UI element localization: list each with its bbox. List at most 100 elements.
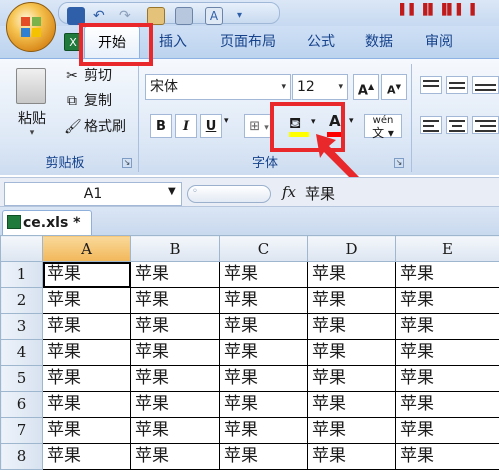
cell[interactable]: 苹果 — [43, 314, 131, 340]
align-bottom-button[interactable] — [472, 76, 499, 94]
clipboard-launcher-icon[interactable]: ↘ — [122, 158, 132, 168]
office-button[interactable] — [6, 2, 56, 52]
copy-icon: ⧉ — [64, 91, 80, 111]
cell[interactable]: 苹果 — [43, 418, 131, 444]
cell[interactable]: 苹果 — [131, 314, 220, 340]
copy-button[interactable]: ⧉复制 — [64, 91, 112, 111]
cell[interactable]: 苹果 — [43, 288, 131, 314]
underline-button[interactable]: U — [200, 114, 222, 138]
column-header[interactable]: D — [308, 236, 396, 262]
copy-label: 复制 — [84, 93, 112, 109]
paste-button[interactable]: 粘贴 — [12, 108, 52, 128]
bold-button[interactable]: B — [150, 114, 172, 138]
italic-button[interactable]: I — [175, 114, 197, 138]
column-header[interactable]: C — [220, 236, 308, 262]
tab-page-layout[interactable]: 页面布局 — [208, 26, 288, 58]
row-header[interactable]: 3 — [1, 314, 43, 340]
cell[interactable]: 苹果 — [308, 314, 396, 340]
cell[interactable]: 苹果 — [396, 340, 499, 366]
row-header[interactable]: 8 — [1, 444, 43, 470]
brush-icon: 🖌 — [64, 117, 80, 137]
cell[interactable]: 苹果 — [396, 366, 499, 392]
cell[interactable]: 苹果 — [43, 392, 131, 418]
row-header[interactable]: 1 — [1, 262, 43, 288]
row-header[interactable]: 2 — [1, 288, 43, 314]
cell[interactable]: 苹果 — [308, 444, 396, 470]
format-icon[interactable]: A — [205, 7, 223, 25]
row-header[interactable]: 4 — [1, 340, 43, 366]
cell[interactable]: 苹果 — [131, 288, 220, 314]
cell[interactable]: 苹果 — [396, 314, 499, 340]
cut-button[interactable]: ✂剪切 — [64, 66, 112, 86]
insert-function-icon[interactable]: fx — [282, 183, 296, 201]
row-header[interactable]: 5 — [1, 366, 43, 392]
cell[interactable]: 苹果 — [308, 366, 396, 392]
cell[interactable]: 苹果 — [220, 444, 308, 470]
row-header[interactable]: 6 — [1, 392, 43, 418]
cell[interactable]: 苹果 — [396, 418, 499, 444]
select-all-corner[interactable] — [1, 236, 43, 262]
cell[interactable]: 苹果 — [220, 314, 308, 340]
cell[interactable]: 苹果 — [131, 262, 220, 288]
align-middle-button[interactable] — [446, 76, 468, 94]
underline-dropdown-icon[interactable]: ▾ — [224, 116, 229, 126]
tab-review[interactable]: 审阅 — [418, 26, 460, 58]
align-right-button[interactable] — [472, 116, 499, 134]
table-row: 7苹果苹果苹果苹果苹果 — [1, 418, 499, 444]
cell[interactable]: 苹果 — [308, 392, 396, 418]
font-launcher-icon[interactable]: ↘ — [394, 158, 404, 168]
font-size-select[interactable]: 12 ▾ — [292, 74, 348, 100]
cell[interactable]: 苹果 — [396, 288, 499, 314]
format-painter-button[interactable]: 🖌格式刷 — [64, 117, 126, 137]
cell[interactable]: 苹果 — [43, 366, 131, 392]
shrink-font-button[interactable]: A▼ — [381, 74, 407, 100]
cell[interactable]: 苹果 — [308, 262, 396, 288]
window-title-text: ▌▌▐▌▐▌▌▐ — [400, 3, 499, 23]
paste-icon[interactable] — [16, 68, 46, 104]
quick-print-icon[interactable] — [175, 7, 193, 25]
cell[interactable]: 苹果 — [131, 444, 220, 470]
grow-font-button[interactable]: A▲ — [353, 74, 379, 100]
cell[interactable]: 苹果 — [220, 392, 308, 418]
cell[interactable]: 苹果 — [131, 340, 220, 366]
tab-data[interactable]: 数据 — [358, 26, 400, 58]
column-header[interactable]: B — [131, 236, 220, 262]
align-left-button[interactable] — [420, 116, 442, 134]
cell[interactable]: 苹果 — [131, 392, 220, 418]
name-box[interactable]: A1 — [4, 182, 182, 206]
tab-formulas[interactable]: 公式 — [300, 26, 342, 58]
formula-input[interactable]: 苹果 — [299, 182, 499, 206]
font-name-select[interactable]: 宋体 ▾ — [145, 74, 291, 100]
cell[interactable]: 苹果 — [220, 418, 308, 444]
table-row: 6苹果苹果苹果苹果苹果 — [1, 392, 499, 418]
cell[interactable]: 苹果 — [43, 340, 131, 366]
cell[interactable]: 苹果 — [131, 366, 220, 392]
cell[interactable]: 苹果 — [308, 418, 396, 444]
cell[interactable]: 苹果 — [396, 392, 499, 418]
paste-dropdown-icon[interactable]: ▾ — [26, 128, 38, 138]
spreadsheet-grid: A B C D E 1苹果苹果苹果苹果苹果2苹果苹果苹果苹果苹果3苹果苹果苹果苹… — [0, 235, 499, 470]
column-header[interactable]: E — [396, 236, 499, 262]
cell[interactable]: 苹果 — [220, 262, 308, 288]
chevron-down-icon: ▾ — [281, 75, 286, 99]
cell[interactable]: 苹果 — [308, 340, 396, 366]
cell[interactable]: 苹果 — [308, 288, 396, 314]
tab-insert[interactable]: 插入 — [152, 26, 194, 58]
cell[interactable]: 苹果 — [43, 262, 131, 288]
chevron-down-icon[interactable]: ▼ — [168, 186, 176, 197]
cell[interactable]: 苹果 — [220, 340, 308, 366]
align-center-button[interactable] — [446, 116, 468, 134]
row-header[interactable]: 7 — [1, 418, 43, 444]
cell[interactable]: 苹果 — [43, 444, 131, 470]
cell[interactable]: 苹果 — [396, 444, 499, 470]
formula-bar-resize-handle[interactable]: ◦ — [187, 185, 271, 203]
cell[interactable]: 苹果 — [396, 262, 499, 288]
phonetic-guide-button[interactable]: wén 文 ▾ — [364, 114, 402, 138]
cell[interactable]: 苹果 — [220, 366, 308, 392]
column-header[interactable]: A — [43, 236, 131, 262]
cell[interactable]: 苹果 — [131, 418, 220, 444]
align-top-button[interactable] — [420, 76, 442, 94]
workbook-icon — [7, 215, 21, 229]
cell[interactable]: 苹果 — [220, 288, 308, 314]
customize-qat-icon[interactable]: ▾ — [237, 7, 255, 25]
